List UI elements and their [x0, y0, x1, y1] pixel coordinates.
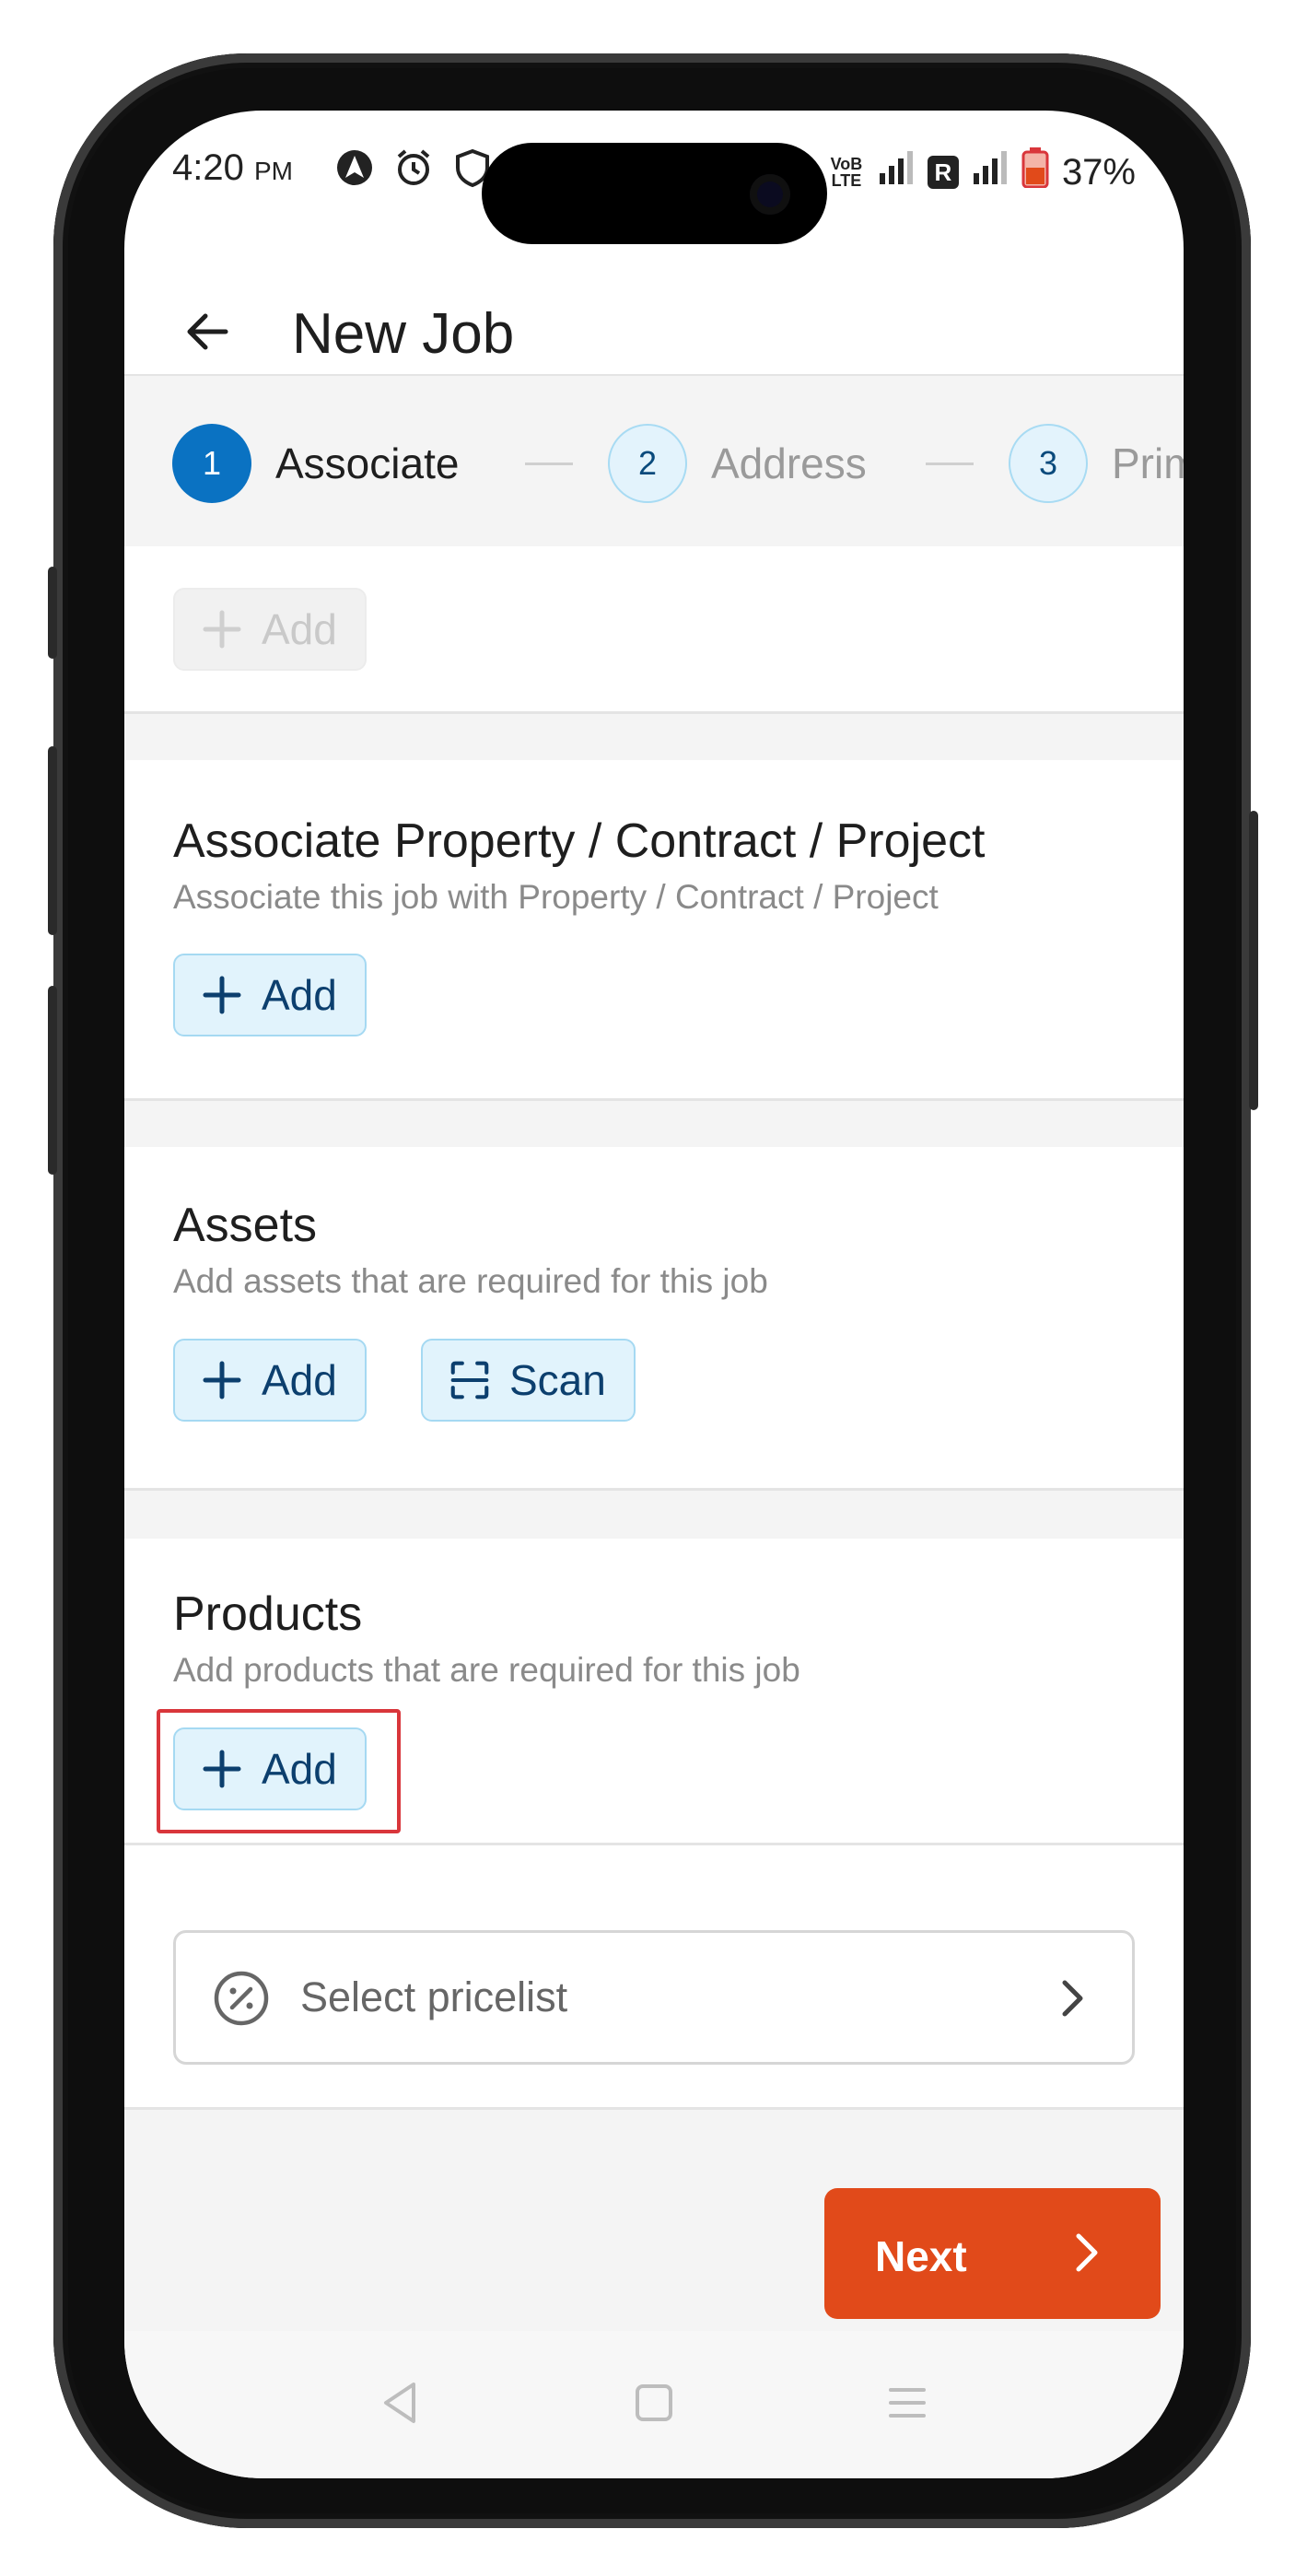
step-number: 2	[608, 424, 687, 503]
disabled-add-button[interactable]: Add	[173, 588, 367, 671]
status-time: 4:20 PM	[172, 147, 293, 189]
chevron-right-icon	[1049, 1975, 1095, 2021]
signal-icon	[878, 149, 915, 195]
associate-section: Associate Property / Contract / Project …	[124, 760, 1184, 1101]
status-ampm: PM	[253, 157, 293, 185]
mute-switch	[48, 567, 57, 659]
products-section: Products Add products that are required …	[124, 1539, 1184, 1847]
status-bar: 4:20 PM VoB LTE R 37%	[124, 111, 1184, 244]
add-label: Add	[262, 971, 337, 1019]
menu-lines-icon[interactable]	[880, 2375, 935, 2430]
pricelist-label: Select pricelist	[300, 1973, 568, 2020]
section-subtitle: Add products that are required for this …	[173, 1651, 800, 1689]
section-title: Assets	[173, 1199, 318, 1252]
assets-section: Assets Add assets that are required for …	[124, 1147, 1184, 1493]
step-primary[interactable]: 3 Prim	[1009, 424, 1184, 503]
network-type-label: VoB LTE	[830, 155, 863, 190]
section-gap	[124, 1101, 1184, 1147]
step-number: 1	[172, 424, 251, 503]
alarm-icon	[393, 147, 434, 188]
assets-add-button[interactable]: Add	[173, 1339, 367, 1422]
highlight-box	[157, 1709, 401, 1833]
section-title: Products	[173, 1587, 363, 1641]
next-label: Next	[875, 2232, 967, 2280]
stepper: 1 Associate 2 Address 3 Prim	[124, 376, 1184, 546]
scan-label: Scan	[509, 1356, 606, 1404]
step-separator	[525, 463, 573, 465]
roaming-badge: R	[927, 156, 959, 189]
battery-percent: 37%	[1061, 151, 1136, 193]
plus-icon	[203, 610, 241, 649]
volume-up-button	[48, 746, 57, 935]
navigation-app-icon	[334, 147, 375, 188]
section-divider	[124, 1843, 1184, 1845]
plus-icon	[203, 976, 241, 1014]
section-gap	[124, 1491, 1184, 1539]
system-nav-bar	[124, 2331, 1184, 2478]
back-triangle-icon[interactable]	[373, 2375, 428, 2430]
power-button	[1249, 811, 1258, 1110]
add-label: Add	[262, 605, 337, 653]
discount-icon	[213, 1970, 270, 2027]
add-label: Add	[262, 1356, 337, 1404]
section-subtitle: Associate this job with Property / Contr…	[173, 878, 939, 916]
battery-icon	[1021, 147, 1049, 197]
step-separator	[926, 463, 974, 465]
volume-down-button	[48, 986, 57, 1175]
section-subtitle: Add assets that are required for this jo…	[173, 1262, 768, 1300]
plus-icon	[203, 1361, 241, 1399]
assets-scan-button[interactable]: Scan	[421, 1339, 636, 1422]
step-label: Prim	[1112, 439, 1184, 487]
associate-add-button[interactable]: Add	[173, 954, 367, 1036]
section-gap	[124, 714, 1184, 760]
page-title: New Job	[292, 302, 515, 366]
signal-icon-2	[972, 149, 1009, 195]
arrow-left-icon	[187, 313, 228, 350]
step-number: 3	[1009, 424, 1088, 503]
scan-icon	[450, 1361, 489, 1399]
step-address[interactable]: 2 Address	[608, 424, 867, 503]
step-label: Associate	[275, 439, 460, 487]
camera-notch	[482, 143, 827, 244]
home-square-icon[interactable]	[626, 2375, 682, 2430]
back-button[interactable]	[175, 299, 239, 364]
select-pricelist-field[interactable]: Select pricelist	[173, 1930, 1135, 2065]
chevron-right-icon	[1062, 2229, 1110, 2277]
section-title: Associate Property / Contract / Project	[173, 814, 986, 868]
status-time-value: 4:20	[172, 147, 244, 188]
next-button[interactable]: Next	[824, 2188, 1161, 2319]
step-associate[interactable]: 1 Associate	[172, 424, 459, 503]
step-label: Address	[711, 439, 867, 487]
phone-screen: 4:20 PM VoB LTE R 37% New Job 1 Associat…	[124, 111, 1184, 2478]
app-bar: New Job	[124, 281, 1184, 382]
front-camera-icon	[750, 174, 790, 215]
